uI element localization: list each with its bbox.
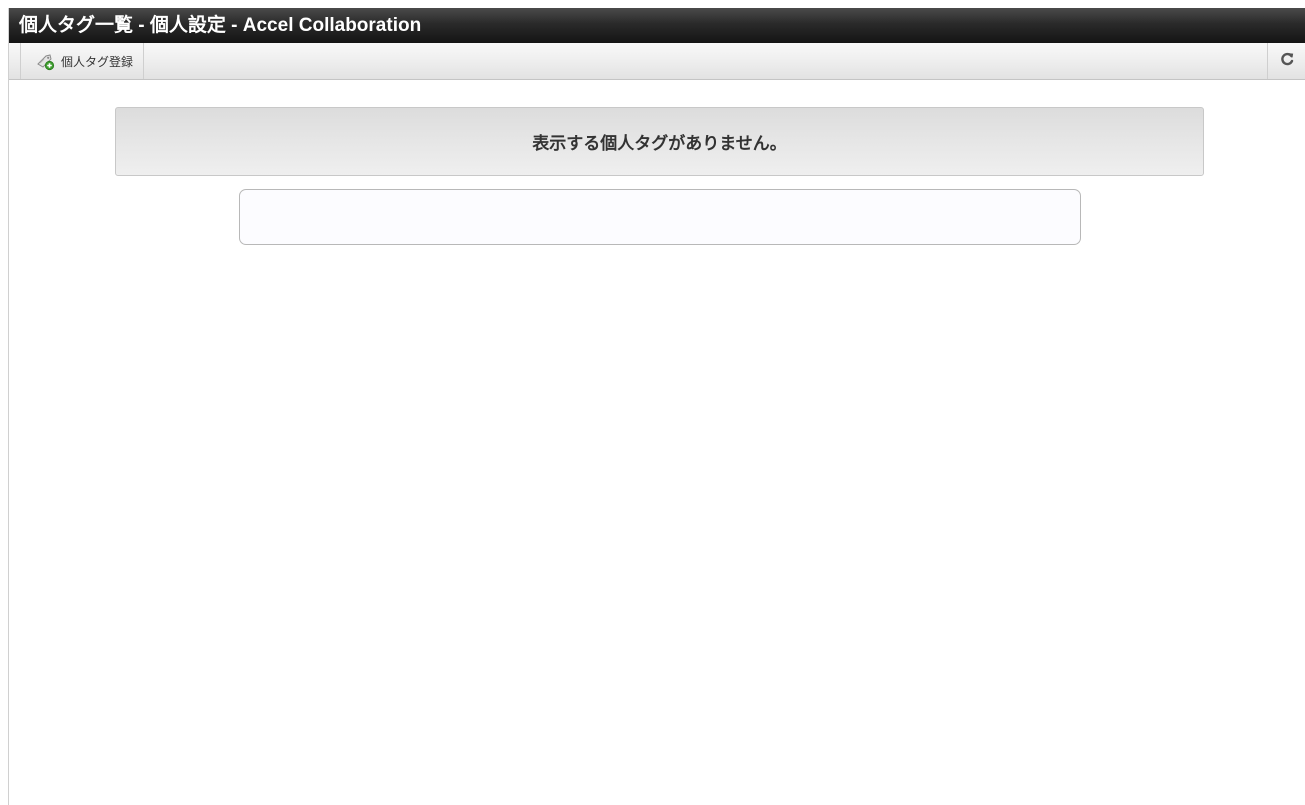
register-personal-tag-button[interactable]: 個人タグ登録 xyxy=(20,43,145,79)
tag-add-icon xyxy=(35,51,55,71)
empty-content-box xyxy=(239,189,1081,245)
empty-message-panel: 表示する個人タグがありません。 xyxy=(115,107,1204,176)
page-frame: 個人タグ一覧 - 個人設定 - Accel Collaboration 個人タグ… xyxy=(8,8,1305,805)
page-title: 個人タグ一覧 - 個人設定 - Accel Collaboration xyxy=(9,8,1305,43)
empty-message-text: 表示する個人タグがありません。 xyxy=(532,134,787,154)
register-personal-tag-label: 個人タグ登録 xyxy=(61,54,134,69)
toolbar: 個人タグ登録 xyxy=(9,43,1305,80)
refresh-button[interactable] xyxy=(1267,43,1305,79)
refresh-icon xyxy=(1279,51,1295,71)
